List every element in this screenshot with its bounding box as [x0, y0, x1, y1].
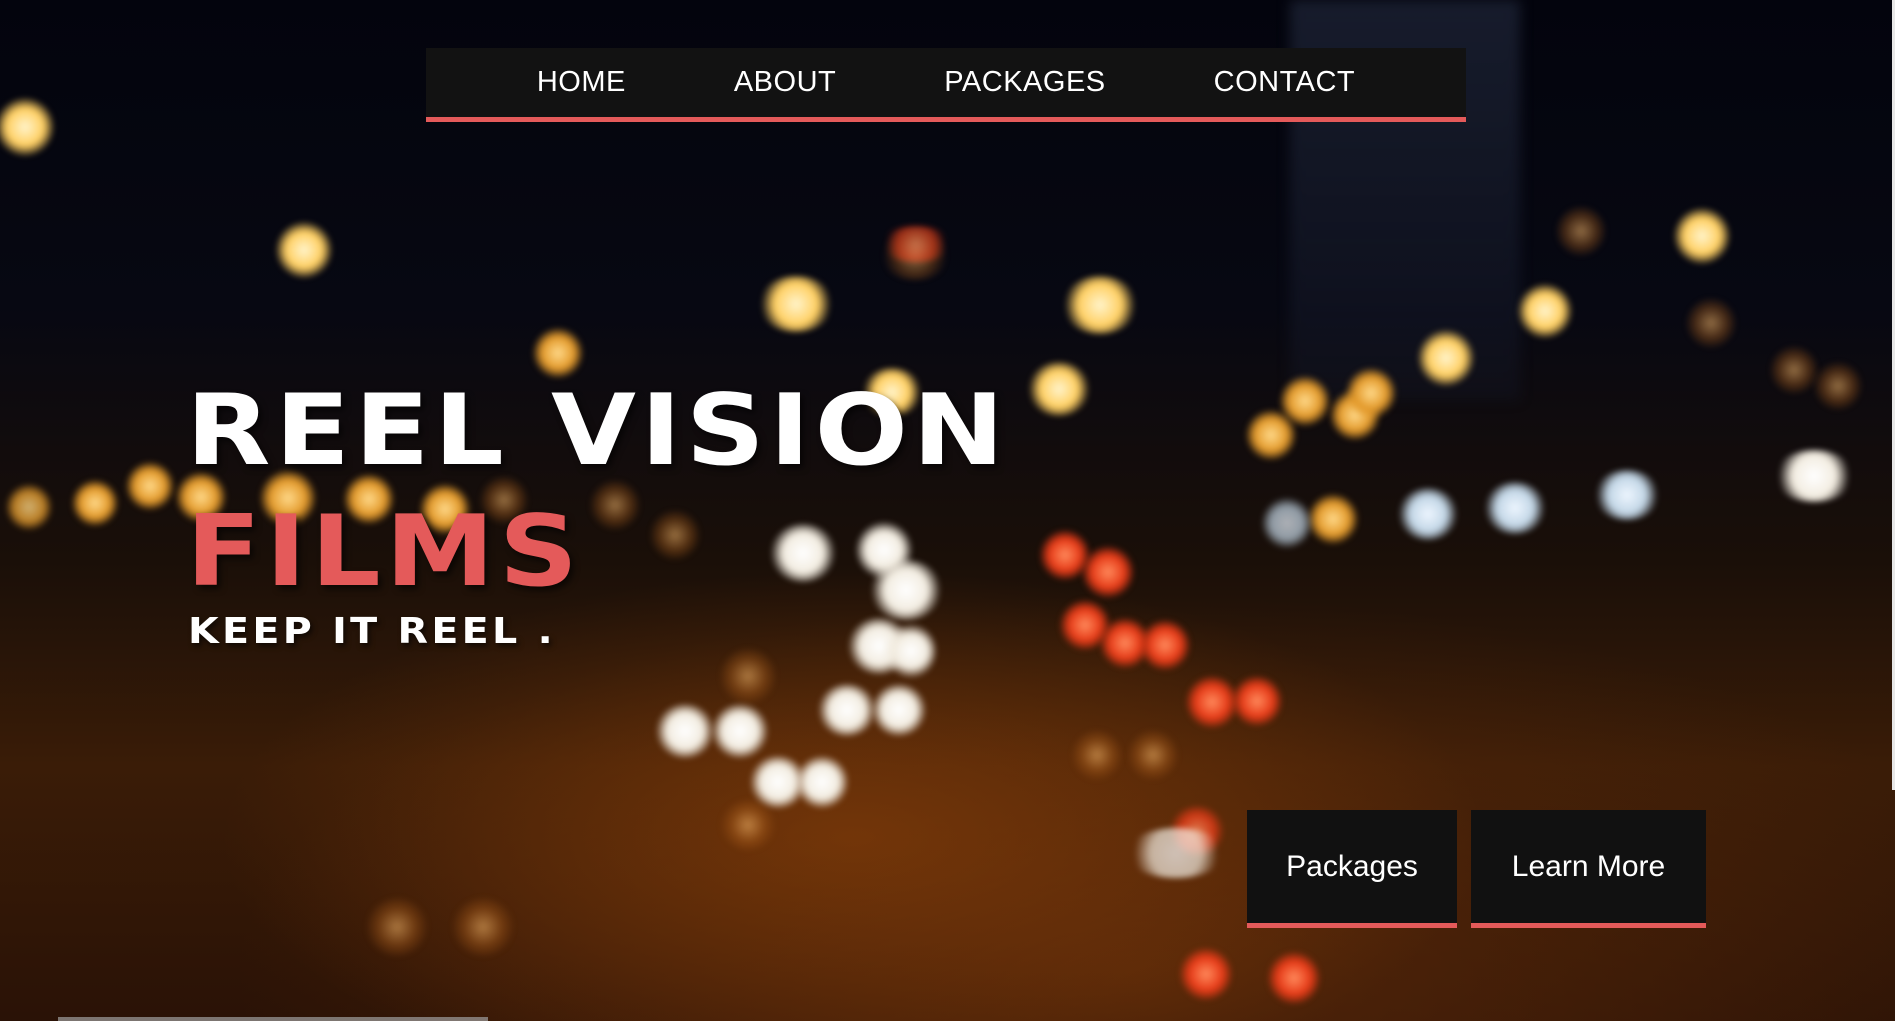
hero-title-accent: FILMS	[186, 495, 583, 609]
bokeh-light	[452, 898, 514, 956]
nav-item-about[interactable]: ABOUT	[680, 66, 890, 99]
main-navigation: HOME ABOUT PACKAGES CONTACT	[426, 48, 1466, 122]
bokeh-light	[1594, 470, 1660, 520]
hero-title: REEL VISION	[186, 374, 1009, 488]
bokeh-light	[1774, 450, 1854, 502]
bokeh-light	[1268, 952, 1320, 1004]
bokeh-light	[1346, 368, 1396, 418]
bokeh-light	[0, 98, 54, 156]
hero-tagline: KEEP IT REEL .	[188, 611, 557, 652]
bokeh-light	[1140, 620, 1190, 670]
bokeh-light	[720, 648, 776, 704]
bokeh-light	[366, 898, 428, 956]
nav-item-home[interactable]: HOME	[483, 66, 680, 99]
bokeh-light	[1308, 494, 1358, 544]
bokeh-light	[1686, 298, 1736, 348]
bokeh-light	[1418, 330, 1474, 386]
bokeh-light	[533, 328, 583, 378]
bokeh-light	[1246, 410, 1296, 460]
bokeh-light	[886, 624, 936, 678]
bokeh-light	[880, 226, 952, 262]
bokeh-light	[1180, 948, 1232, 1000]
bokeh-light	[1814, 362, 1862, 410]
packages-button[interactable]: Packages	[1247, 810, 1457, 928]
bokeh-light	[720, 800, 776, 850]
bokeh-light	[650, 510, 700, 560]
horizontal-scrollbar[interactable]	[58, 1017, 488, 1021]
bokeh-light	[6, 484, 52, 530]
bokeh-light	[1072, 730, 1122, 780]
bokeh-light	[758, 276, 834, 332]
bokeh-light	[796, 756, 848, 808]
bokeh-light	[1186, 676, 1238, 728]
bokeh-light	[276, 222, 332, 278]
bokeh-light	[872, 684, 926, 736]
bokeh-light	[1232, 676, 1282, 726]
bokeh-light	[1674, 208, 1730, 264]
bokeh-light	[1062, 276, 1138, 334]
nav-item-packages[interactable]: PACKAGES	[890, 66, 1159, 99]
hero-section: HOME ABOUT PACKAGES CONTACT REEL VISION …	[0, 0, 1895, 1021]
bokeh-light	[126, 462, 174, 510]
learn-more-button[interactable]: Learn More	[1471, 810, 1706, 928]
bokeh-light	[1484, 482, 1546, 534]
bokeh-light	[1770, 346, 1818, 394]
bokeh-light	[1126, 828, 1226, 878]
nav-item-contact[interactable]: CONTACT	[1160, 66, 1410, 99]
bokeh-light	[1082, 546, 1134, 598]
bokeh-light	[1518, 284, 1572, 338]
bokeh-light	[818, 684, 876, 736]
bokeh-light	[72, 480, 118, 526]
bokeh-light	[712, 704, 768, 758]
bokeh-light	[1556, 206, 1606, 256]
bokeh-light	[770, 524, 836, 582]
bokeh-light	[1028, 362, 1090, 416]
bokeh-light	[870, 560, 942, 620]
bokeh-light	[1398, 488, 1458, 540]
bokeh-light	[1262, 498, 1312, 548]
bokeh-light	[656, 704, 714, 758]
bokeh-light	[1128, 730, 1178, 780]
